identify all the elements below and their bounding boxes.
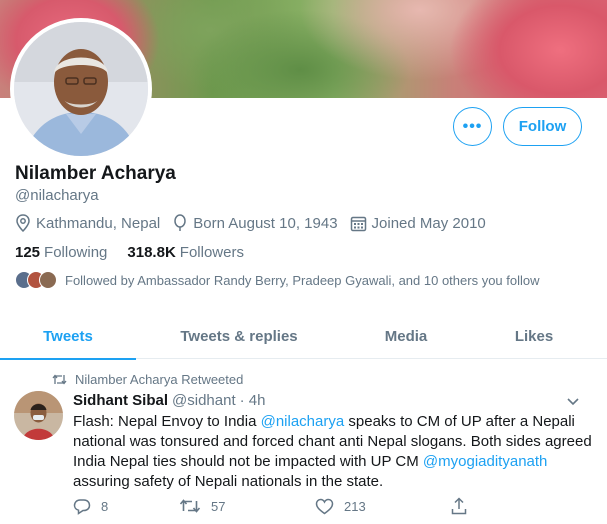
mini-avatar [39,271,57,289]
followed-by-text: Followed by Ambassador Randy Berry, Prad… [65,272,540,288]
mention-link[interactable]: @nilacharya [261,413,345,430]
reply-icon [73,498,91,515]
follow-button[interactable]: Follow [503,107,582,146]
chevron-down-icon [567,398,579,406]
like-icon [315,498,334,514]
retweet-icon [52,374,67,385]
profile-handle: @nilacharya [15,187,99,204]
like-count: 213 [344,498,366,514]
tab-tweets[interactable]: Tweets [0,313,136,360]
location-icon [16,214,30,232]
location-item: Kathmandu, Nepal [15,214,160,232]
tweet-text-part: assuring safety of Nepali nationals in t… [73,473,384,490]
share-button[interactable] [451,497,477,515]
mention-link[interactable]: @myogiadityanath [423,453,547,470]
followers-count: 318.8K [127,244,176,261]
tweet-text-part: Flash: Nepal Envoy to India [73,413,261,430]
followed-by-avatars [15,271,57,289]
tab-tweets-replies[interactable]: Tweets & replies [136,313,342,359]
followers-label: Followers [179,244,244,261]
location-text: Kathmandu, Nepal [36,214,161,232]
tweet-time[interactable]: · 4h [240,392,266,409]
tab-media[interactable]: Media [342,313,470,359]
follow-counts: 125 Following 318.8K Followers [15,244,264,261]
tweet-author-handle[interactable]: @sidhant [172,392,236,409]
retweet-icon [179,499,201,513]
retweet-button[interactable]: 57 [179,498,315,514]
reply-button[interactable]: 8 [73,498,179,515]
tab-likes[interactable]: Likes [470,313,598,359]
followers-link[interactable]: 318.8K Followers [127,244,244,261]
retweet-context-text: Nilamber Acharya Retweeted [75,372,244,387]
following-link[interactable]: 125 Following [15,244,107,261]
profile-meta: Kathmandu, Nepal Born August 10, 1943 Jo… [15,214,498,232]
joined-item: Joined May 2010 [350,215,486,232]
tweet-author-name[interactable]: Sidhant Sibal [73,392,168,409]
profile-tabs: Tweets Tweets & replies Media Likes [0,313,607,360]
birthday-text: Born August 10, 1943 [193,214,338,232]
birthday-item: Born August 10, 1943 [172,214,338,232]
reply-count: 8 [101,498,109,514]
share-icon [451,497,467,515]
tweet-actions: 8 57 213 [73,497,503,515]
followed-by-row[interactable]: Followed by Ambassador Randy Berry, Prad… [15,271,540,289]
retweet-count: 57 [211,498,226,514]
like-button[interactable]: 213 [315,498,451,515]
tweet-author-avatar[interactable] [14,391,63,440]
tweet-menu-button[interactable] [566,394,580,412]
profile-avatar[interactable] [10,18,152,160]
birthday-icon [174,214,186,231]
calendar-icon [350,216,366,231]
more-options-button[interactable]: ••• [453,107,492,146]
tweet-header: Sidhant Sibal @sidhant · 4h [73,392,265,409]
profile-name: Nilamber Acharya [15,163,176,184]
retweet-context: Nilamber Acharya Retweeted [52,372,243,387]
joined-text: Joined May 2010 [371,214,486,232]
following-label: Following [44,244,108,261]
tweet-text: Flash: Nepal Envoy to India @nilacharya … [73,412,593,492]
following-count: 125 [15,244,41,261]
